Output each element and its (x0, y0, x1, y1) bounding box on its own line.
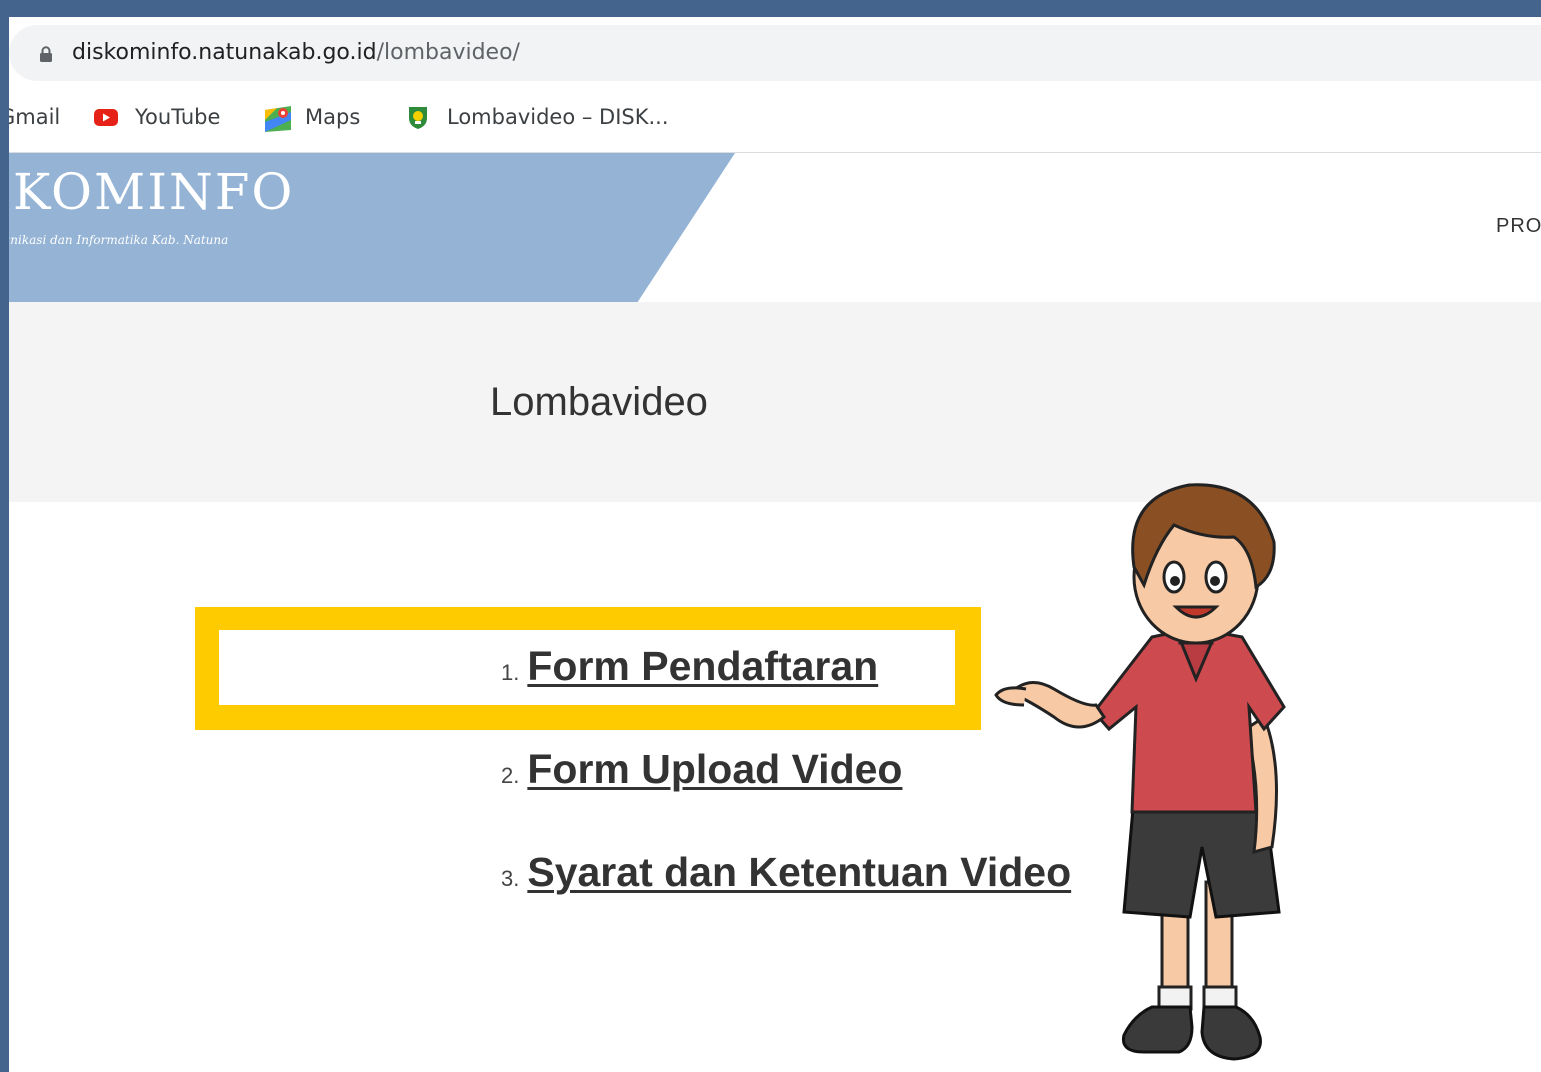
bookmark-youtube-label: YouTube (135, 105, 221, 129)
brand-subtitle-mask: Dinas Komunikasi dan Informatika Kab. Na… (9, 233, 299, 247)
nav-menu-item[interactable]: PRO (1496, 215, 1541, 238)
url-text: diskominfo.natunakab.go.id/lombavideo/ (72, 39, 520, 67)
page-title-band: Lombavideo (9, 302, 1541, 502)
boy-mascot-illustration (994, 483, 1286, 1061)
form-upload-video-link[interactable]: Form Upload Video (527, 746, 902, 792)
bookmark-maps[interactable]: Maps (263, 95, 360, 139)
bookmark-lombavideo-label: Lombavideo – DISK... (447, 105, 669, 129)
url-path: /lombavideo/ (376, 40, 520, 65)
lock-icon[interactable] (39, 46, 53, 62)
bookmark-youtube[interactable]: YouTube (93, 95, 220, 139)
bookmarks-bar: Gmail YouTube Maps Lombavideo – DISK... (9, 95, 1541, 153)
form-pendaftaran-link[interactable]: Form Pendaftaran (527, 643, 878, 689)
maps-icon (263, 104, 291, 132)
brand-subtitle: Dinas Komunikasi dan Informatika Kab. Na… (9, 233, 229, 247)
page-title: Lombavideo (490, 380, 708, 424)
youtube-icon (93, 104, 119, 130)
bookmark-lombavideo[interactable]: Lombavideo – DISK... (405, 95, 669, 139)
list-item-form-pendaftaran: 1. Form Pendaftaran (501, 643, 878, 690)
bookmark-gmail-label: Gmail (9, 105, 61, 129)
browser-window: diskominfo.natunakab.go.id/lombavideo/ G… (9, 17, 1541, 1072)
list-number: 2. (501, 763, 520, 788)
url-domain: diskominfo.natunakab.go.id (72, 40, 377, 65)
bookmark-maps-label: Maps (305, 105, 361, 129)
brand-title[interactable]: KOMINFO (13, 163, 294, 221)
address-bar: diskominfo.natunakab.go.id/lombavideo/ (9, 17, 1541, 95)
bookmark-gmail[interactable]: Gmail (9, 95, 60, 139)
list-number: 3. (501, 866, 520, 891)
list-number: 1. (501, 660, 520, 685)
url-input[interactable]: diskominfo.natunakab.go.id/lombavideo/ (9, 25, 1541, 81)
natuna-logo-icon (405, 104, 431, 130)
list-item-form-upload-video: 2. Form Upload Video (501, 746, 902, 793)
site-header: KOMINFO Dinas Komunikasi dan Informatika… (9, 153, 1541, 303)
